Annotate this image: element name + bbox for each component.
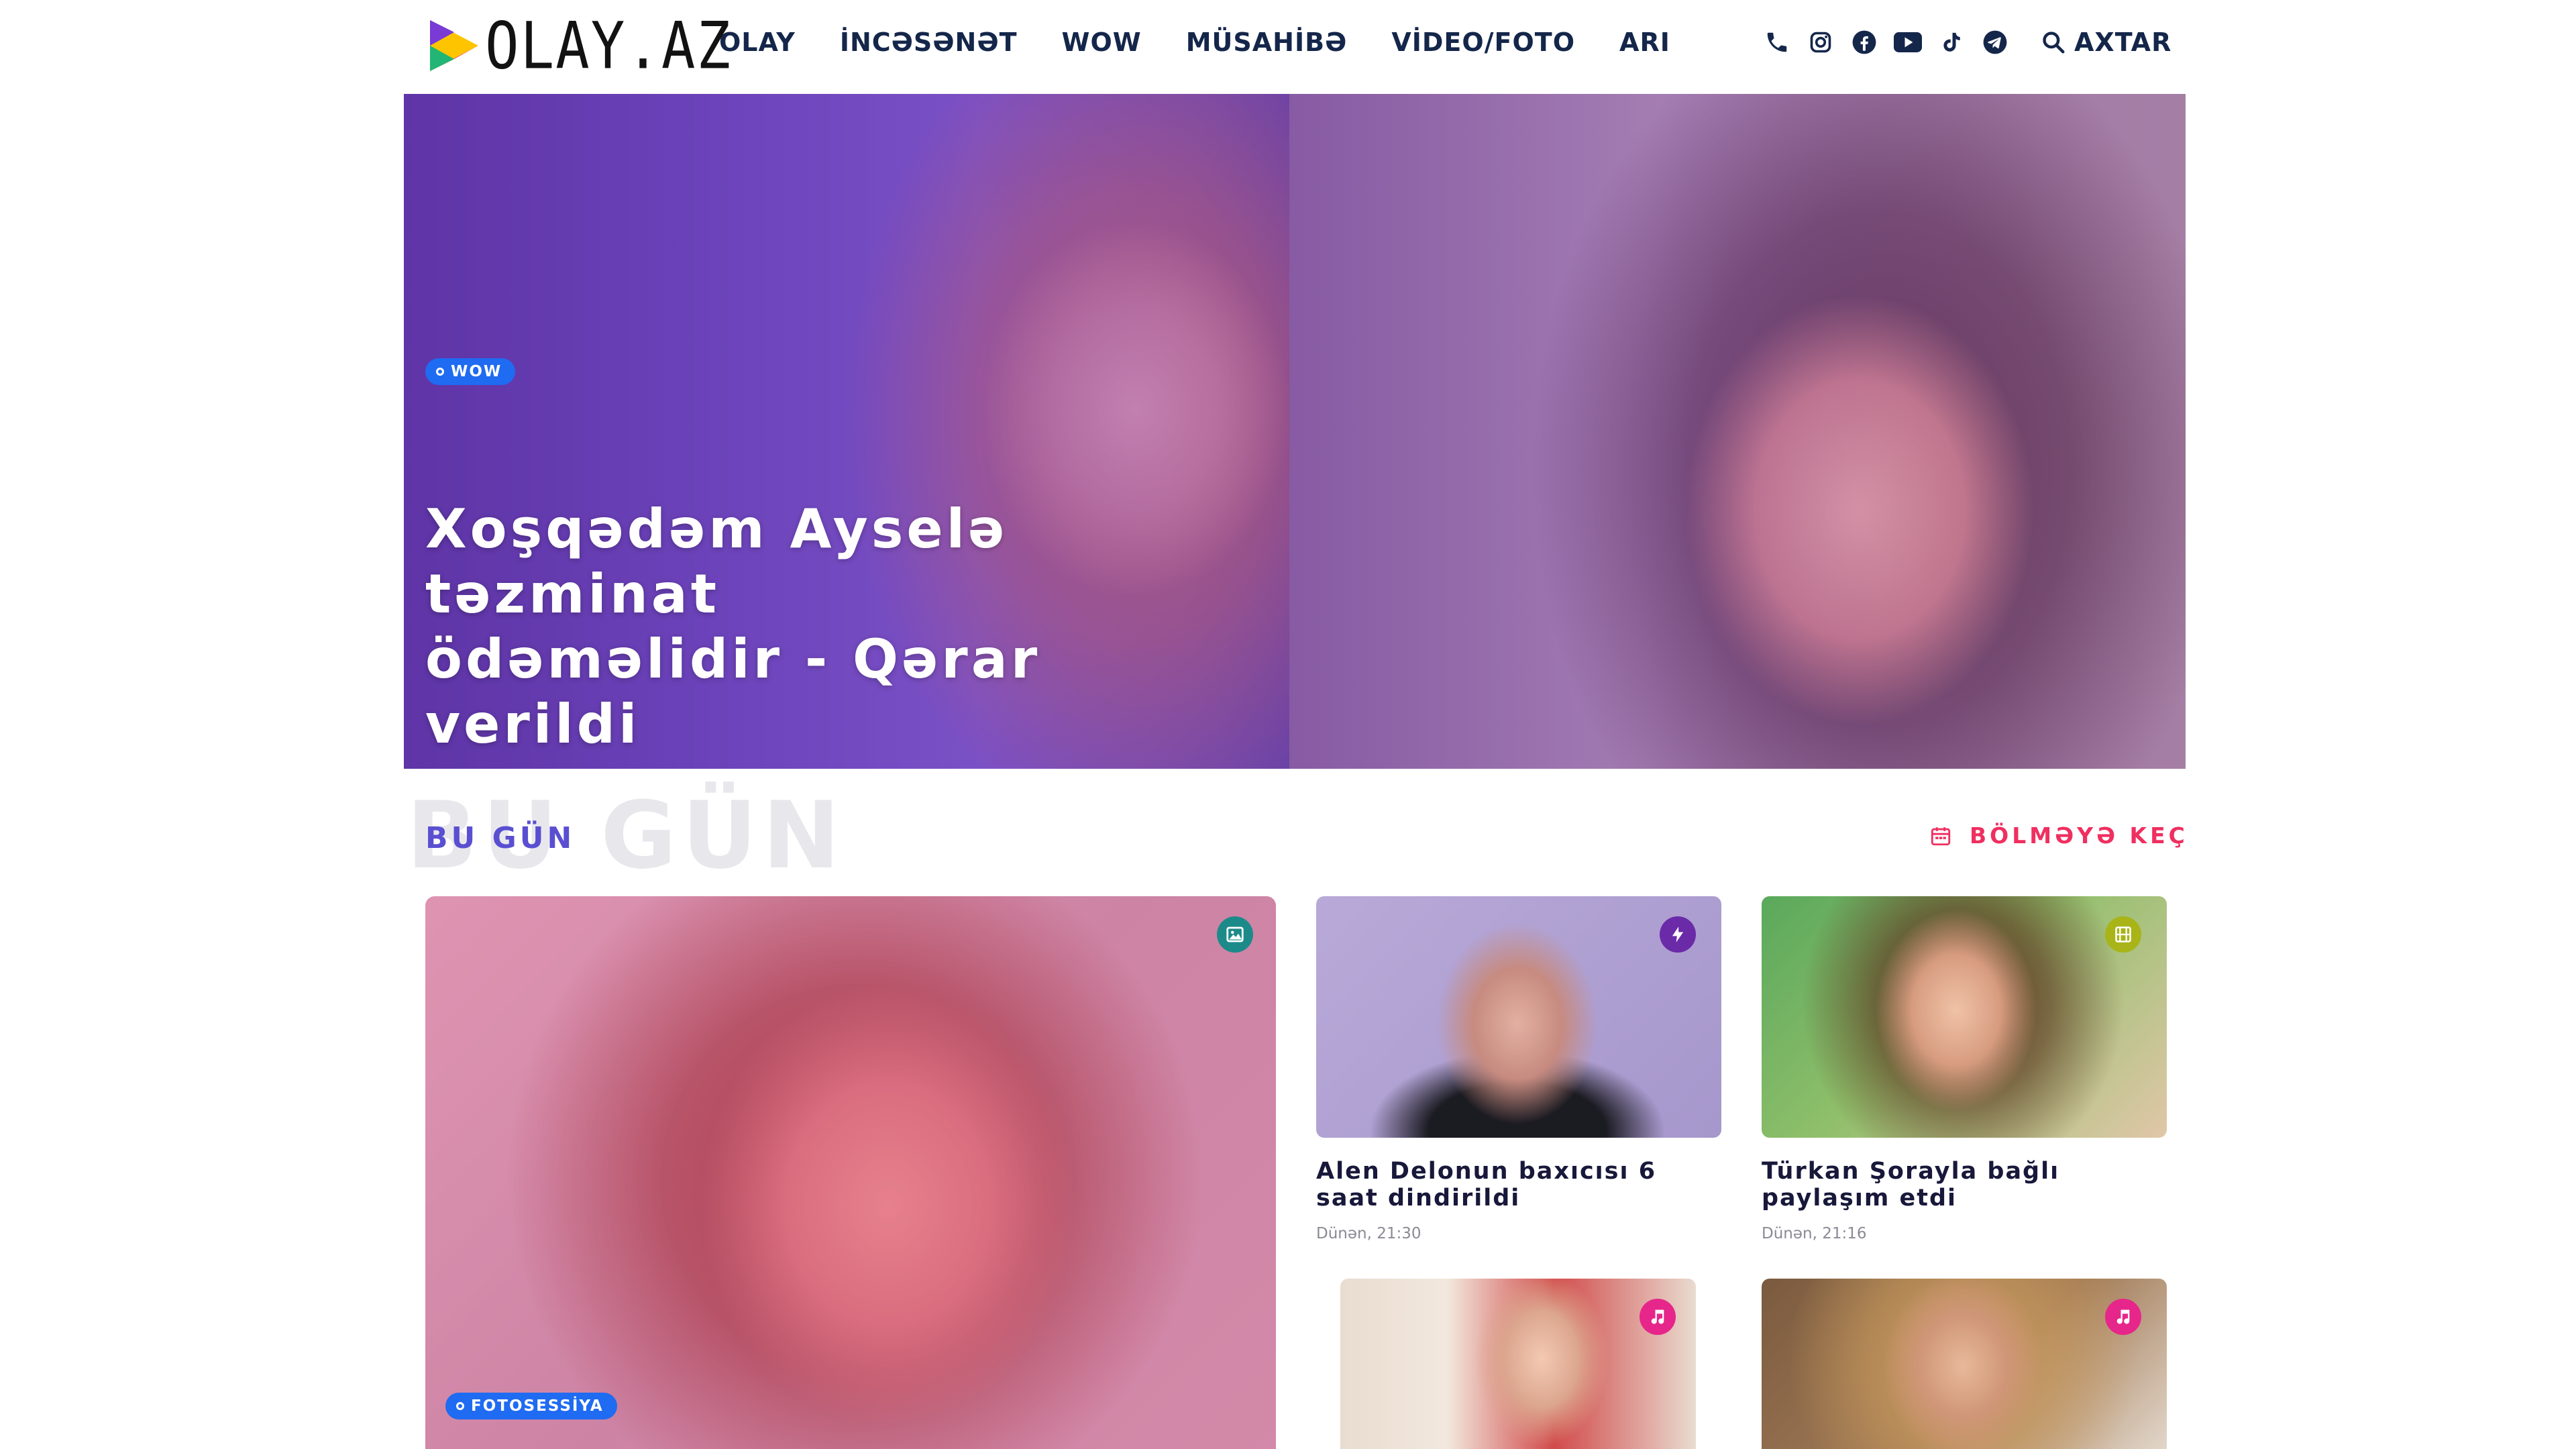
article-title[interactable]: Alen Delonun baxıcısı 6 saat dindirildi [1316,1158,1721,1212]
instagram-icon[interactable] [1805,25,1836,59]
article-thumbnail [1316,896,1721,1138]
article-card[interactable] [1762,1279,2167,1449]
search-button[interactable]: AXTAR [2041,25,2171,59]
nav-item-ari[interactable]: ARI [1619,25,1670,59]
article-card[interactable]: Türkan Şorayla bağlı paylaşım etdi Dünən… [1762,896,2167,1244]
logo-text: OLAY.AZ [485,7,733,84]
article-thumbnail [1762,896,2167,1138]
youtube-icon[interactable] [1892,25,1923,59]
article-thumbnail [1762,1279,2167,1449]
tag-dot-icon [456,1402,464,1410]
featured-image-tint [425,896,1276,1449]
facebook-icon[interactable] [1849,25,1880,59]
featured-tag-label: FOTOSESSİYA [471,1397,604,1415]
featured-article-card[interactable]: FOTOSESSİYA [425,896,1276,1449]
section-link-label: BÖLMƏYƏ KEÇ [1970,822,2188,849]
featured-category-tag[interactable]: FOTOSESSİYA [445,1393,617,1419]
telegram-icon[interactable] [1980,25,2010,59]
site-logo[interactable]: OLAY.AZ [427,13,732,78]
lightning-icon [1660,916,1696,953]
image-icon [1217,916,1253,953]
article-time: Dünən, 21:30 [1316,1225,1421,1242]
hero-slider[interactable]: WOW Xoşqədəm Aysel­ə təzminat ödəməlidir… [404,94,2186,769]
hero-category-tag[interactable]: WOW [425,358,516,385]
logo-play-icon [430,20,478,71]
nav-item-musahibe[interactable]: MÜSAHİBƏ [1186,25,1348,59]
music-icon [1640,1299,1676,1335]
article-title[interactable]: Türkan Şorayla bağlı paylaşım etdi [1762,1158,2167,1212]
search-icon [2043,32,2065,54]
nav-item-video-foto[interactable]: VİDEO/FOTO [1391,25,1575,59]
tag-dot-icon [436,368,444,376]
hero-title[interactable]: Xoşqədəm Aysel­ə təzminat ödəməlidir - Q… [425,496,1096,757]
social-links [1762,25,2023,59]
article-card[interactable] [1340,1279,1696,1449]
section-title: BU GÜN [425,821,576,855]
main-nav: OLAY İNCƏSƏNƏT WOW MÜSAHİBƏ VİDEO/FOTO A… [719,25,1715,59]
search-label: AXTAR [2074,28,2172,57]
nav-item-incesenet[interactable]: İNCƏSƏNƏT [840,25,1018,59]
article-thumbnail [1340,1279,1696,1449]
article-time: Dünən, 21:16 [1762,1225,1867,1242]
hero-tag-label: WOW [451,363,502,380]
film-icon [2105,916,2141,953]
article-card[interactable]: Alen Delonun baxıcısı 6 saat dindirildi … [1316,896,1721,1244]
calendar-icon [1931,827,1951,846]
music-icon [2105,1299,2141,1335]
nav-item-wow[interactable]: WOW [1062,25,1142,59]
section-link[interactable]: BÖLMƏYƏ KEÇ [1929,821,2188,851]
phone-icon[interactable] [1762,25,1792,59]
tiktok-icon[interactable] [1936,25,1967,59]
nav-item-olay[interactable]: OLAY [719,25,796,59]
site-header: OLAY.AZ OLAY İNCƏSƏNƏT WOW MÜSAHİBƏ VİDE… [0,0,2576,94]
